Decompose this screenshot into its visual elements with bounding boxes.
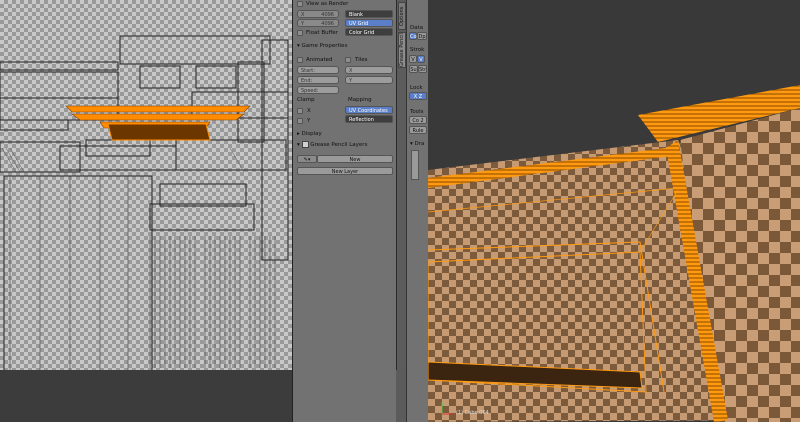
view-as-render-checkbox[interactable] xyxy=(297,1,303,7)
anim-speed-label: Speed: xyxy=(301,88,319,94)
anim-start-label: Start: xyxy=(301,68,315,74)
shelf-stroke-active-button[interactable]: V xyxy=(417,55,425,63)
shelf-stroke-surface-button[interactable]: Su xyxy=(409,65,418,73)
clamp-label: Clamp xyxy=(297,97,315,103)
viewport-scene xyxy=(428,85,800,422)
shelf-data-button[interactable]: Co xyxy=(409,32,417,40)
shelf-stroke-str-button[interactable]: Str xyxy=(418,65,427,73)
generated-type-blank[interactable]: Blank xyxy=(345,10,393,18)
clamp-y-label: Y xyxy=(307,118,311,124)
display-header[interactable]: ▸ Display xyxy=(297,130,392,138)
grease-pencil-datablock-selector[interactable]: ✎▾ xyxy=(297,155,317,163)
tab-grease-pencil[interactable]: Grease Pencil xyxy=(398,32,406,68)
tiles-y-label: Y xyxy=(349,78,353,84)
new-layer-button[interactable]: New Layer xyxy=(297,167,393,175)
tiles-checkbox[interactable] xyxy=(345,57,351,63)
3d-viewport[interactable]: (1) Cube.064 xyxy=(428,0,800,422)
game-properties-header[interactable]: ▾ Game Properties xyxy=(297,42,392,50)
clamp-x-label: X xyxy=(307,108,311,114)
properties-tab-strip: Options Grease Pencil xyxy=(396,0,406,422)
shelf-draw-color-slot[interactable] xyxy=(411,150,419,180)
shelf-tools-copy-button[interactable]: Co 2 xyxy=(409,116,427,124)
tab-options[interactable]: Options xyxy=(398,2,406,30)
grease-pencil-new-button[interactable]: New xyxy=(317,155,393,163)
size-y-field[interactable]: Y 4096 xyxy=(297,19,339,27)
uv-islands xyxy=(0,35,289,370)
anim-start-field[interactable]: Start: xyxy=(297,66,339,74)
display-title: Display xyxy=(301,131,322,137)
view-as-render-label: View as Render xyxy=(306,1,349,7)
shelf-lock-label: Lock xyxy=(410,85,423,91)
animated-label: Animated xyxy=(306,57,333,63)
clamp-x-checkbox[interactable] xyxy=(297,108,303,114)
float-buffer-checkbox[interactable] xyxy=(297,30,303,36)
shelf-tools-ruler-button[interactable]: Rule xyxy=(409,126,427,134)
active-object-label: (1) Cube.064 xyxy=(456,410,489,416)
uv-editor-footer xyxy=(0,370,292,422)
shelf-lock-axis-button[interactable]: X Z xyxy=(409,92,427,100)
tiles-x-field[interactable]: X xyxy=(345,66,393,74)
size-x-label: X xyxy=(301,12,305,18)
shelf-data-field[interactable]: Dp xyxy=(417,32,427,40)
tiles-label: Tiles xyxy=(355,57,368,63)
shelf-stroke-label: Strok xyxy=(410,47,425,53)
animated-checkbox[interactable] xyxy=(297,57,303,63)
image-properties-panel: View as Render X 4096 Y 4096 Float Buffe… xyxy=(292,0,396,422)
anim-end-label: End: xyxy=(301,78,313,84)
grease-pencil-layers-header[interactable]: ▾ Grease Pencil Layers xyxy=(297,141,392,149)
shelf-data-label: Data xyxy=(410,25,424,31)
size-x-field[interactable]: X 4096 xyxy=(297,10,339,18)
size-x-value: 4096 xyxy=(321,12,334,18)
size-y-label: Y xyxy=(301,21,305,27)
grease-pencil-tool-shelf: Data Co Dp Strok V V Su Str Lock X Z Too… xyxy=(406,0,428,422)
size-y-value: 4096 xyxy=(321,21,334,27)
clamp-y-checkbox[interactable] xyxy=(297,118,303,124)
game-properties-title: Game Properties xyxy=(301,43,348,49)
tiles-x-label: X xyxy=(349,68,353,74)
shelf-stroke-view-button[interactable]: V xyxy=(409,55,417,63)
anim-end-field[interactable]: End: xyxy=(297,76,339,84)
grease-pencil-layers-title: Grease Pencil Layers xyxy=(310,142,368,148)
shelf-tools-label: Tools xyxy=(410,109,424,115)
mapping-reflection[interactable]: Reflection xyxy=(345,115,393,123)
anim-speed-field[interactable]: Speed: xyxy=(297,86,339,94)
tiles-y-field[interactable]: Y xyxy=(345,76,393,84)
mapping-uv-coordinates[interactable]: UV Coordinates xyxy=(345,106,393,114)
generated-type-uv-grid[interactable]: UV Grid xyxy=(345,19,393,27)
shelf-draw-label: ▾ Dra xyxy=(410,140,424,148)
float-buffer-label: Float Buffer xyxy=(306,30,339,36)
shelf-draw-title: Dra xyxy=(414,141,425,147)
generated-type-color-grid[interactable]: Color Grid xyxy=(345,28,393,36)
dropdown-arrow-icon: ▾ xyxy=(307,157,311,163)
uv-image-editor[interactable] xyxy=(0,0,292,422)
grease-pencil-enable-checkbox[interactable] xyxy=(301,141,309,148)
mapping-label: Mapping xyxy=(348,97,372,103)
